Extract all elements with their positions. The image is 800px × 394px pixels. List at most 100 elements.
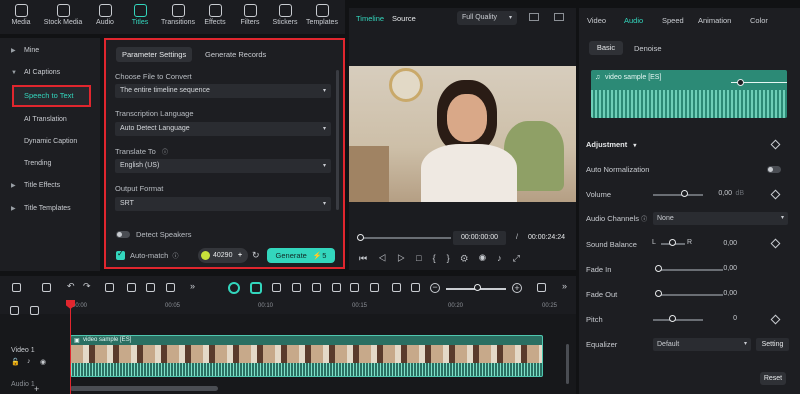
lock-icon[interactable]: 🔓 — [11, 358, 20, 366]
pitch-knob[interactable] — [669, 315, 676, 322]
pitch-slider[interactable] — [653, 319, 703, 321]
fade-in-slider[interactable] — [659, 269, 723, 271]
keyframe-icon[interactable] — [770, 189, 781, 200]
adjustment-header[interactable]: Adjustment ▾ — [586, 140, 636, 149]
render-icon[interactable] — [272, 283, 281, 292]
play-icon[interactable]: ▷ — [397, 253, 416, 263]
add-audio-track-icon[interactable]: + — [34, 384, 39, 394]
help-icon[interactable]: ⓘ — [172, 254, 178, 260]
sidebar-item-mine[interactable]: ▶ Mine — [0, 44, 100, 58]
toolbar-audio[interactable]: Audio — [88, 4, 122, 26]
eye-icon[interactable]: ◉ — [40, 358, 46, 366]
toolbar-templates[interactable]: Templates — [303, 4, 341, 26]
keyframe-icon[interactable] — [770, 314, 781, 325]
timeline-playhead[interactable] — [70, 300, 71, 394]
equalizer-select[interactable]: Default ▾ — [653, 338, 751, 351]
generate-button[interactable]: Generate ⚡5 — [267, 248, 335, 263]
sidebar-item-speech-to-text[interactable]: Speech to Text — [12, 85, 91, 107]
camera-icon[interactable]: ◉ — [479, 253, 497, 263]
add-track-icon[interactable] — [10, 306, 19, 315]
toolbar-stock-media[interactable]: Stock Media — [40, 4, 86, 26]
select-tool-icon[interactable] — [42, 283, 51, 292]
tab-generate-records[interactable]: Generate Records — [199, 47, 272, 62]
voiceover-icon[interactable] — [370, 283, 379, 292]
snap-icon[interactable] — [250, 282, 262, 294]
pitch-value[interactable]: 0 — [719, 315, 737, 322]
ai-tool-icon[interactable] — [228, 282, 240, 294]
help-icon[interactable]: ⓘ — [641, 217, 647, 223]
more-options-icon[interactable]: » — [562, 281, 567, 291]
sidebar-item-ai-captions[interactable]: ▼ AI Captions — [0, 66, 100, 80]
tab-video[interactable]: Video — [587, 16, 606, 25]
fade-in-value[interactable]: 0,00 — [719, 265, 737, 272]
sidebar-item-trending[interactable]: Trending — [0, 157, 100, 171]
zoom-out-icon[interactable]: − — [430, 283, 440, 293]
toolbar-transitions[interactable]: Transitions — [158, 4, 198, 26]
waveform-knob[interactable] — [737, 79, 744, 86]
keyframe-tool-icon[interactable] — [312, 283, 321, 292]
tab-audio[interactable]: Audio — [624, 16, 643, 25]
auto-normalization-toggle[interactable] — [767, 166, 781, 173]
subtab-basic[interactable]: Basic — [589, 41, 623, 55]
microphone-icon[interactable] — [350, 283, 359, 292]
more-tools-icon[interactable]: » — [190, 281, 195, 291]
step-back-icon[interactable]: ◁ — [378, 253, 397, 263]
audio-channels-select[interactable]: None ▾ — [653, 212, 788, 225]
subtab-denoise[interactable]: Denoise — [634, 44, 662, 53]
fade-out-knob[interactable] — [655, 290, 662, 297]
undo-icon[interactable]: ↶ — [67, 281, 75, 292]
detect-speakers-toggle[interactable] — [116, 231, 130, 238]
quality-select[interactable]: Full Quality ▾ — [457, 11, 517, 25]
mute-icon[interactable]: ♪ — [27, 358, 31, 365]
auto-match-checkbox[interactable] — [116, 249, 125, 260]
sidebar-item-title-effects[interactable]: ▶ Title Effects — [0, 179, 100, 193]
grid-view-icon[interactable] — [537, 283, 546, 292]
sidebar-item-ai-translation[interactable]: AI Translation — [0, 113, 100, 127]
tab-animation[interactable]: Animation — [698, 16, 731, 25]
toolbar-titles[interactable]: Titles — [123, 4, 157, 26]
pip-icon[interactable] — [392, 283, 401, 292]
fade-out-slider[interactable] — [659, 294, 723, 296]
sidebar-item-title-templates[interactable]: ▶ Title Templates — [0, 202, 100, 216]
tab-timeline[interactable]: Timeline — [356, 14, 384, 23]
tab-speed[interactable]: Speed — [662, 16, 684, 25]
delete-icon[interactable] — [105, 283, 114, 292]
playhead-knob[interactable] — [357, 234, 364, 241]
fade-in-knob[interactable] — [655, 265, 662, 272]
toolbar-effects[interactable]: Effects — [198, 4, 232, 26]
tab-parameter-settings[interactable]: Parameter Settings — [116, 47, 193, 62]
keyframe-icon[interactable] — [770, 139, 781, 150]
help-icon[interactable]: ⓘ — [162, 150, 168, 156]
volume-knob[interactable] — [681, 190, 688, 197]
sound-balance-knob[interactable] — [669, 239, 676, 246]
toolbar-media[interactable]: Media — [4, 4, 38, 26]
timeline-hscrollbar[interactable] — [70, 386, 218, 391]
video-clip[interactable]: ▣ video sample [ES] — [70, 335, 543, 377]
volume-icon[interactable]: ♪ — [497, 253, 513, 263]
timeline-ruler[interactable]: 00:00 00:05 00:10 00:15 00:20 00:25 — [0, 300, 576, 314]
link-icon[interactable] — [30, 306, 39, 315]
marker-icon[interactable] — [292, 283, 301, 292]
layout-icon[interactable] — [12, 283, 21, 292]
settings-icon[interactable]: ⚙ — [461, 253, 479, 263]
snapshot-icon[interactable] — [529, 13, 539, 21]
timeline-vscrollbar[interactable] — [566, 344, 569, 384]
toolbar-stickers[interactable]: Stickers — [268, 4, 302, 26]
panel-scrollbar[interactable] — [336, 70, 339, 210]
stop-icon[interactable]: □ — [416, 253, 432, 263]
refresh-icon[interactable]: ↻ — [252, 250, 260, 261]
toolbar-filters[interactable]: Filters — [233, 4, 267, 26]
equalizer-setting-button[interactable]: Setting — [756, 338, 789, 351]
shield-icon[interactable] — [332, 283, 341, 292]
current-time[interactable]: 00:00:00:00 — [453, 231, 506, 245]
tab-color[interactable]: Color — [750, 16, 768, 25]
crop-icon[interactable] — [146, 283, 155, 292]
display-icon[interactable] — [554, 13, 564, 21]
zoom-in-icon[interactable]: + — [512, 283, 522, 293]
volume-value[interactable]: 0,00 — [714, 190, 732, 197]
zoom-knob[interactable] — [474, 284, 481, 291]
fade-out-value[interactable]: 0,00 — [719, 290, 737, 297]
transcription-language-select[interactable]: Auto Detect Language ▾ — [115, 122, 331, 136]
tab-source[interactable]: Source — [392, 14, 416, 23]
add-credits-icon[interactable]: + — [238, 248, 242, 263]
